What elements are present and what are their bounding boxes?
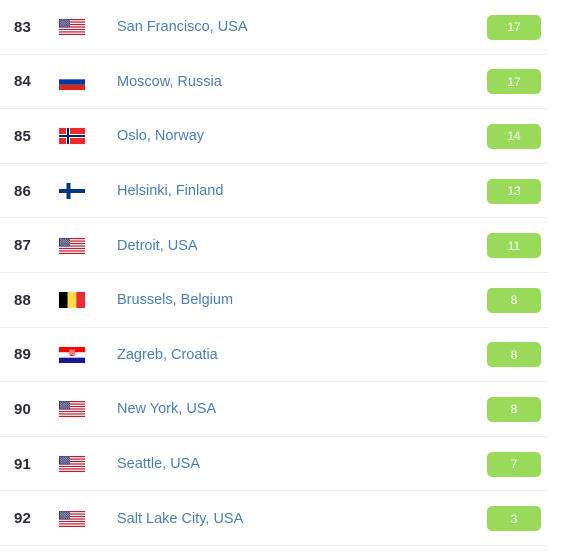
score-cell: 11: [487, 233, 561, 259]
rank-number: 84: [14, 73, 32, 91]
score-badge: 11: [487, 233, 541, 259]
flag-cell: [59, 401, 117, 418]
rank-number: 90: [14, 400, 32, 418]
city-name[interactable]: Brussels, Belgium: [117, 292, 487, 308]
flag-norway-icon: [59, 128, 85, 145]
flag-croatia-icon: [59, 346, 85, 363]
flag-cell: [59, 19, 117, 36]
flag-cell: [59, 73, 117, 90]
rank-number: 92: [14, 510, 32, 528]
table-row[interactable]: 88 Brussels, Belgium 8: [0, 273, 561, 328]
table-row[interactable]: 90 New York, USA 8: [0, 382, 561, 437]
score-cell: 8: [487, 396, 561, 422]
city-ranking-list: 83 San Francisco, USA 17 84 Moscow, Russia 17…: [0, 0, 561, 546]
city-name[interactable]: Detroit, USA: [117, 238, 487, 254]
rank-number: 87: [14, 237, 32, 255]
table-row[interactable]: 89 Zagreb, Croatia 8: [0, 328, 561, 383]
flag-cell: [59, 346, 117, 363]
table-row[interactable]: 84 Moscow, Russia 17: [0, 55, 561, 110]
score-badge: 13: [487, 178, 541, 204]
score-cell: 17: [487, 69, 561, 95]
table-row[interactable]: 87 Detroit, USA 11: [0, 218, 561, 273]
score-badge: 14: [487, 123, 541, 149]
flag-cell: [59, 292, 117, 309]
rank-number: 86: [14, 182, 32, 200]
rank-number: 89: [14, 346, 32, 364]
score-badge: 17: [487, 69, 541, 95]
table-row[interactable]: 85 Oslo, Norway 14: [0, 109, 561, 164]
city-name[interactable]: Zagreb, Croatia: [117, 347, 487, 363]
score-badge: 17: [487, 14, 541, 40]
flag-usa-icon: [59, 19, 85, 36]
flag-usa-icon: [59, 401, 85, 418]
score-cell: 8: [487, 287, 561, 313]
flag-usa-icon: [59, 237, 85, 254]
city-name[interactable]: Moscow, Russia: [117, 74, 487, 90]
flag-cell: [59, 128, 117, 145]
score-badge: 3: [487, 506, 541, 532]
rank-number: 85: [14, 127, 32, 145]
city-name[interactable]: Helsinki, Finland: [117, 183, 487, 199]
flag-belgium-icon: [59, 292, 85, 309]
table-row[interactable]: 91 Seattle, USA 7: [0, 437, 561, 492]
flag-cell: [59, 510, 117, 527]
rank-number: 88: [14, 291, 32, 309]
flag-cell: [59, 456, 117, 473]
score-badge: 8: [487, 342, 541, 368]
score-cell: 13: [487, 178, 561, 204]
table-row[interactable]: 83 San Francisco, USA 17: [0, 0, 561, 55]
city-name[interactable]: Seattle, USA: [117, 456, 487, 472]
flag-russia-icon: [59, 73, 85, 90]
score-badge: 7: [487, 451, 541, 477]
table-row[interactable]: 92 Salt Lake City, USA 3: [0, 491, 561, 546]
city-name[interactable]: Oslo, Norway: [117, 128, 487, 144]
score-cell: 7: [487, 451, 561, 477]
score-cell: 17: [487, 14, 561, 40]
rank-number: 91: [14, 455, 32, 473]
score-cell: 8: [487, 342, 561, 368]
flag-cell: [59, 183, 117, 200]
city-name[interactable]: New York, USA: [117, 401, 487, 417]
score-cell: 3: [487, 506, 561, 532]
city-name[interactable]: Salt Lake City, USA: [117, 511, 487, 527]
flag-finland-icon: [59, 183, 85, 200]
score-badge: 8: [487, 287, 541, 313]
city-name[interactable]: San Francisco, USA: [117, 19, 487, 35]
score-cell: 14: [487, 123, 561, 149]
table-row[interactable]: 86 Helsinki, Finland 13: [0, 164, 561, 219]
flag-usa-icon: [59, 510, 85, 527]
rank-number: 83: [14, 18, 32, 36]
score-badge: 8: [487, 396, 541, 422]
flag-usa-icon: [59, 456, 85, 473]
flag-cell: [59, 237, 117, 254]
